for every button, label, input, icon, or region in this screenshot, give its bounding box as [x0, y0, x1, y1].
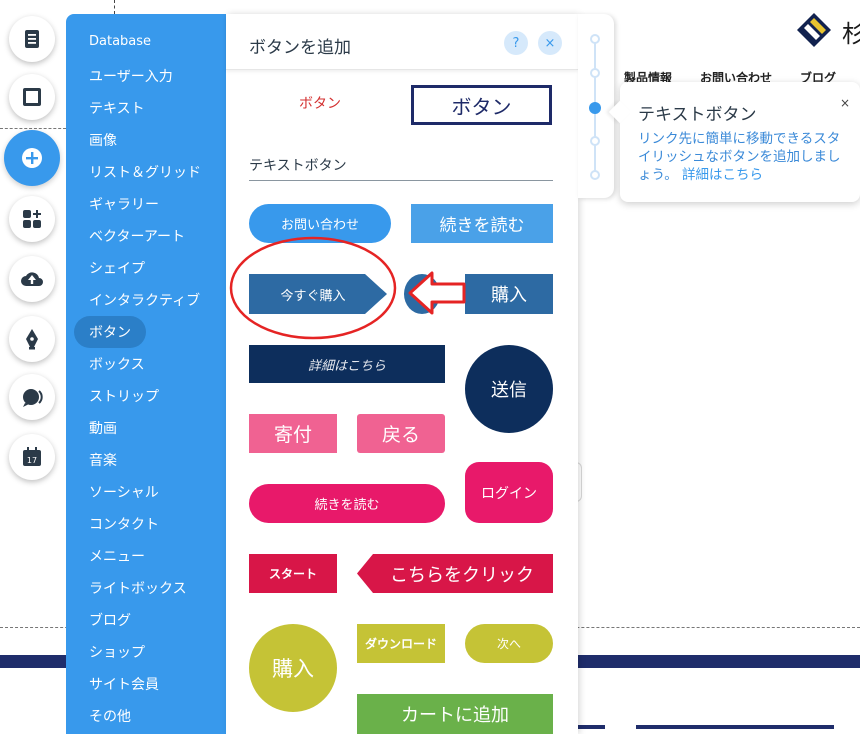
- menu-item-list-grid[interactable]: リスト＆グリッド: [89, 162, 201, 182]
- slider-dot[interactable]: [590, 34, 600, 44]
- background-icon: [23, 88, 41, 106]
- guide-line: [0, 128, 66, 129]
- upload-icon: [21, 272, 43, 286]
- slider-dot-active[interactable]: [589, 102, 601, 114]
- site-logo-text[interactable]: 杉: [842, 14, 860, 49]
- menu-item-gallery[interactable]: ギャラリー: [89, 194, 159, 214]
- next-button[interactable]: 次へ: [465, 624, 553, 663]
- site-logo-icon[interactable]: [796, 12, 832, 48]
- menu-item-user-input[interactable]: ユーザー入力: [89, 66, 173, 86]
- read-more-pink-button[interactable]: 続きを読む: [249, 484, 445, 523]
- menu-item-music[interactable]: 音楽: [89, 450, 117, 470]
- blog-pen-icon: [26, 329, 38, 350]
- menu-item-box[interactable]: ボックス: [89, 354, 145, 374]
- menu-item-shop[interactable]: ショップ: [89, 642, 145, 662]
- site-footer-line: [578, 725, 605, 729]
- panel-title: ボタンを追加: [249, 38, 351, 58]
- menu-item-strip[interactable]: ストリップ: [89, 386, 159, 406]
- menu-item-members[interactable]: サイト会員: [89, 674, 159, 694]
- contact-button[interactable]: お問い合わせ: [249, 204, 391, 243]
- menu-item-shape[interactable]: シェイプ: [89, 258, 145, 278]
- menu-item-blog[interactable]: ブログ: [89, 610, 131, 630]
- menu-item-lightbox[interactable]: ライトボックス: [89, 578, 187, 598]
- chat-icon: [23, 389, 43, 407]
- download-button[interactable]: ダウンロード: [357, 624, 445, 663]
- apps-icon: [23, 210, 41, 228]
- menu-item-contact[interactable]: コンタクト: [89, 514, 159, 534]
- section-divider: [249, 180, 553, 181]
- background-button[interactable]: [9, 74, 55, 120]
- menu-item-vector-art[interactable]: ベクターアート: [89, 226, 185, 246]
- menu-item-more[interactable]: その他: [89, 706, 131, 726]
- click-here-button[interactable]: こちらをクリック: [371, 554, 553, 593]
- slider-dot[interactable]: [590, 170, 600, 180]
- pages-icon: [25, 30, 39, 48]
- panel-header: ボタンを追加 ? ×: [226, 14, 578, 70]
- donate-button[interactable]: 寄付: [249, 414, 337, 453]
- pages-button[interactable]: [9, 16, 55, 62]
- menu-item-menu[interactable]: メニュー: [89, 546, 145, 566]
- tooltip-body: リンク先に簡単に移動できるスタイリッシュなボタンを追加しましょう。 詳細はこちら: [638, 130, 844, 184]
- close-panel-button[interactable]: ×: [538, 31, 562, 55]
- buy-olive-button[interactable]: 購入: [249, 624, 337, 712]
- chat-button[interactable]: [9, 374, 55, 420]
- tooltip-close-button[interactable]: ×: [840, 96, 850, 110]
- menu-item-button[interactable]: ボタン: [74, 316, 146, 348]
- bookings-button[interactable]: 17: [9, 434, 55, 480]
- menu-item-interactive[interactable]: インタラクティブ: [89, 290, 200, 310]
- outlined-button[interactable]: ボタン: [411, 85, 552, 125]
- add-button-panel: ボタンを追加 ? × ボタン ボタン テキストボタン お問い合わせ 続きを読む …: [226, 14, 578, 734]
- tooltip-title: テキストボタン: [638, 105, 757, 125]
- apps-button[interactable]: [9, 196, 55, 242]
- slider-dot[interactable]: [590, 136, 600, 146]
- start-button[interactable]: スタート: [249, 554, 337, 593]
- menu-item-social[interactable]: ソーシャル: [89, 482, 159, 502]
- login-button[interactable]: ログイン: [465, 462, 553, 523]
- bookings-calendar-icon: 17: [23, 447, 41, 466]
- buy-blue-button[interactable]: 購入: [465, 274, 553, 314]
- read-more-blue-button[interactable]: 続きを読む: [411, 204, 553, 243]
- details-button[interactable]: 詳細はこちら: [249, 345, 445, 383]
- help-button[interactable]: ?: [504, 31, 528, 55]
- blog-button[interactable]: [9, 316, 55, 362]
- menu-item-database[interactable]: Database: [89, 34, 151, 49]
- site-footer-line: [636, 725, 834, 729]
- add-category-menu: Database ユーザー入力 テキスト 画像 リスト＆グリッド ギャラリー ベ…: [66, 14, 226, 734]
- back-button[interactable]: 戻る: [357, 414, 445, 453]
- add-to-cart-button[interactable]: カートに追加: [357, 694, 553, 734]
- guide-line: [114, 0, 115, 14]
- menu-item-video[interactable]: 動画: [89, 418, 117, 438]
- tooltip-learn-more-link[interactable]: 詳細はこちら: [682, 167, 763, 183]
- send-button[interactable]: 送信: [465, 345, 553, 433]
- menu-item-text[interactable]: テキスト: [89, 98, 145, 118]
- slider-dot[interactable]: [590, 68, 600, 78]
- buy-now-button[interactable]: 今すぐ購入: [249, 274, 377, 314]
- text-red-button[interactable]: ボタン: [280, 90, 360, 116]
- section-label: テキストボタン: [249, 158, 347, 174]
- text-button-tooltip: テキストボタン × リンク先に簡単に移動できるスタイリッシュなボタンを追加しまし…: [608, 82, 860, 202]
- calendar-badge: 17: [27, 456, 37, 465]
- upload-button[interactable]: [9, 256, 55, 302]
- preset-slider[interactable]: [578, 14, 614, 198]
- add-icon: [22, 148, 42, 168]
- add-button[interactable]: [4, 130, 60, 186]
- circle-button[interactable]: [404, 274, 440, 314]
- menu-item-image[interactable]: 画像: [89, 130, 117, 150]
